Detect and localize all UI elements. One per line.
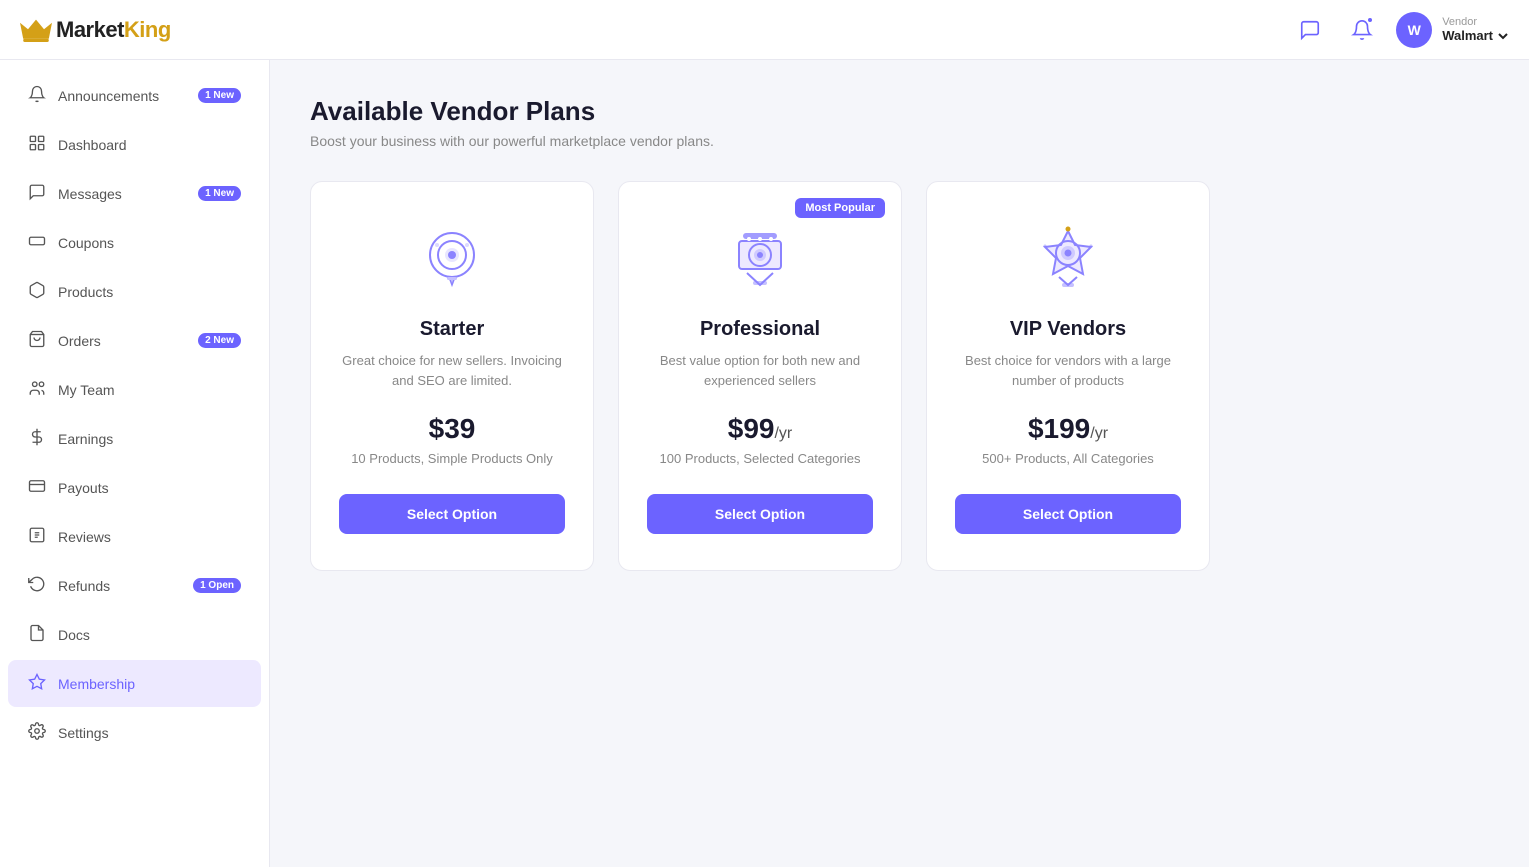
vendor-label: Vendor xyxy=(1442,16,1509,28)
sidebar-item-payouts[interactable]: Payouts xyxy=(8,464,261,511)
sidebar-item-label-settings: Settings xyxy=(58,725,241,741)
sidebar-item-label-dashboard: Dashboard xyxy=(58,137,241,153)
my-team-icon xyxy=(28,379,46,400)
sidebar-item-earnings[interactable]: Earnings xyxy=(8,415,261,462)
products-icon xyxy=(28,281,46,302)
sidebar-badge-messages: 1 New xyxy=(198,186,241,201)
vip-icon xyxy=(1028,218,1108,298)
plan-card-vip: VIP Vendors Best choice for vendors with … xyxy=(926,181,1210,571)
plans-grid: Starter Great choice for new sellers. Inv… xyxy=(310,181,1210,571)
sidebar-item-docs[interactable]: Docs xyxy=(8,611,261,658)
professional-icon xyxy=(720,218,800,298)
sidebar-item-membership[interactable]: Membership xyxy=(8,660,261,707)
header: MarketKing W Vendor Walmart xyxy=(0,0,1529,60)
earnings-icon xyxy=(28,428,46,449)
dashboard-icon xyxy=(28,134,46,155)
sidebar-item-label-payouts: Payouts xyxy=(58,480,241,496)
sidebar-item-label-docs: Docs xyxy=(58,627,241,643)
sidebar-item-label-membership: Membership xyxy=(58,676,241,692)
coupons-icon xyxy=(28,232,46,253)
plan-card-professional: Most Popular Professional Best value opti… xyxy=(618,181,902,571)
vendor-text: Vendor Walmart xyxy=(1442,16,1509,43)
plan-name-vip: VIP Vendors xyxy=(1010,318,1126,341)
starter-icon xyxy=(412,218,492,298)
plan-desc-vip: Best choice for vendors with a large num… xyxy=(955,351,1181,393)
settings-icon xyxy=(28,722,46,743)
sidebar-item-label-my-team: My Team xyxy=(58,382,241,398)
sidebar-badge-orders: 2 New xyxy=(198,333,241,348)
sidebar: Announcements 1 New Dashboard Messages 1 New… xyxy=(0,60,270,867)
refunds-icon xyxy=(28,575,46,596)
bell-icon-button[interactable] xyxy=(1344,12,1380,48)
chat-icon-button[interactable] xyxy=(1292,12,1328,48)
sidebar-badge-announcements: 1 New xyxy=(198,88,241,103)
sidebar-item-dashboard[interactable]: Dashboard xyxy=(8,121,261,168)
sidebar-item-label-messages: Messages xyxy=(58,186,186,202)
select-option-button-professional[interactable]: Select Option xyxy=(647,494,873,534)
orders-icon xyxy=(28,330,46,351)
plan-price-professional: $99/yr xyxy=(728,413,793,445)
plan-products-starter: 10 Products, Simple Products Only xyxy=(351,451,553,466)
sidebar-item-label-announcements: Announcements xyxy=(58,88,186,104)
plan-products-vip: 500+ Products, All Categories xyxy=(982,451,1154,466)
sidebar-item-label-orders: Orders xyxy=(58,333,186,349)
plan-name-professional: Professional xyxy=(700,318,820,341)
main-content: Available Vendor Plans Boost your busine… xyxy=(270,60,1529,867)
vendor-menu[interactable]: W Vendor Walmart xyxy=(1396,12,1509,48)
vendor-avatar: W xyxy=(1396,12,1432,48)
select-option-button-vip[interactable]: Select Option xyxy=(955,494,1181,534)
docs-icon xyxy=(28,624,46,645)
sidebar-item-coupons[interactable]: Coupons xyxy=(8,219,261,266)
page-title: Available Vendor Plans xyxy=(310,96,1489,127)
plan-card-starter: Starter Great choice for new sellers. Inv… xyxy=(310,181,594,571)
vendor-name: Walmart xyxy=(1442,28,1509,43)
header-right: W Vendor Walmart xyxy=(1292,12,1509,48)
announcements-icon xyxy=(28,85,46,106)
sidebar-item-label-reviews: Reviews xyxy=(58,529,241,545)
sidebar-item-label-coupons: Coupons xyxy=(58,235,241,251)
layout: Announcements 1 New Dashboard Messages 1 New… xyxy=(0,60,1529,867)
logo-king-text: King xyxy=(124,17,171,43)
plan-desc-professional: Best value option for both new and exper… xyxy=(647,351,873,393)
crown-icon xyxy=(20,16,52,44)
chevron-down-icon xyxy=(1497,30,1509,42)
sidebar-item-label-earnings: Earnings xyxy=(58,431,241,447)
messages-icon xyxy=(28,183,46,204)
plan-desc-starter: Great choice for new sellers. Invoicing … xyxy=(339,351,565,393)
sidebar-item-announcements[interactable]: Announcements 1 New xyxy=(8,72,261,119)
sidebar-item-label-refunds: Refunds xyxy=(58,578,181,594)
most-popular-badge: Most Popular xyxy=(795,198,885,218)
sidebar-item-messages[interactable]: Messages 1 New xyxy=(8,170,261,217)
select-option-button-starter[interactable]: Select Option xyxy=(339,494,565,534)
sidebar-item-products[interactable]: Products xyxy=(8,268,261,315)
plan-name-starter: Starter xyxy=(420,318,484,341)
logo-market-text: Market xyxy=(56,17,124,43)
sidebar-badge-refunds: 1 Open xyxy=(193,578,241,593)
sidebar-item-settings[interactable]: Settings xyxy=(8,709,261,756)
membership-icon xyxy=(28,673,46,694)
bell-notification-dot xyxy=(1366,16,1374,24)
sidebar-item-my-team[interactable]: My Team xyxy=(8,366,261,413)
sidebar-item-reviews[interactable]: Reviews xyxy=(8,513,261,560)
page-subtitle: Boost your business with our powerful ma… xyxy=(310,133,1489,149)
sidebar-item-label-products: Products xyxy=(58,284,241,300)
sidebar-item-refunds[interactable]: Refunds 1 Open xyxy=(8,562,261,609)
payouts-icon xyxy=(28,477,46,498)
plan-price-vip: $199/yr xyxy=(1028,413,1108,445)
reviews-icon xyxy=(28,526,46,547)
sidebar-item-orders[interactable]: Orders 2 New xyxy=(8,317,261,364)
plan-price-starter: $39 xyxy=(429,413,476,445)
logo: MarketKing xyxy=(20,16,171,44)
plan-products-professional: 100 Products, Selected Categories xyxy=(660,451,861,466)
